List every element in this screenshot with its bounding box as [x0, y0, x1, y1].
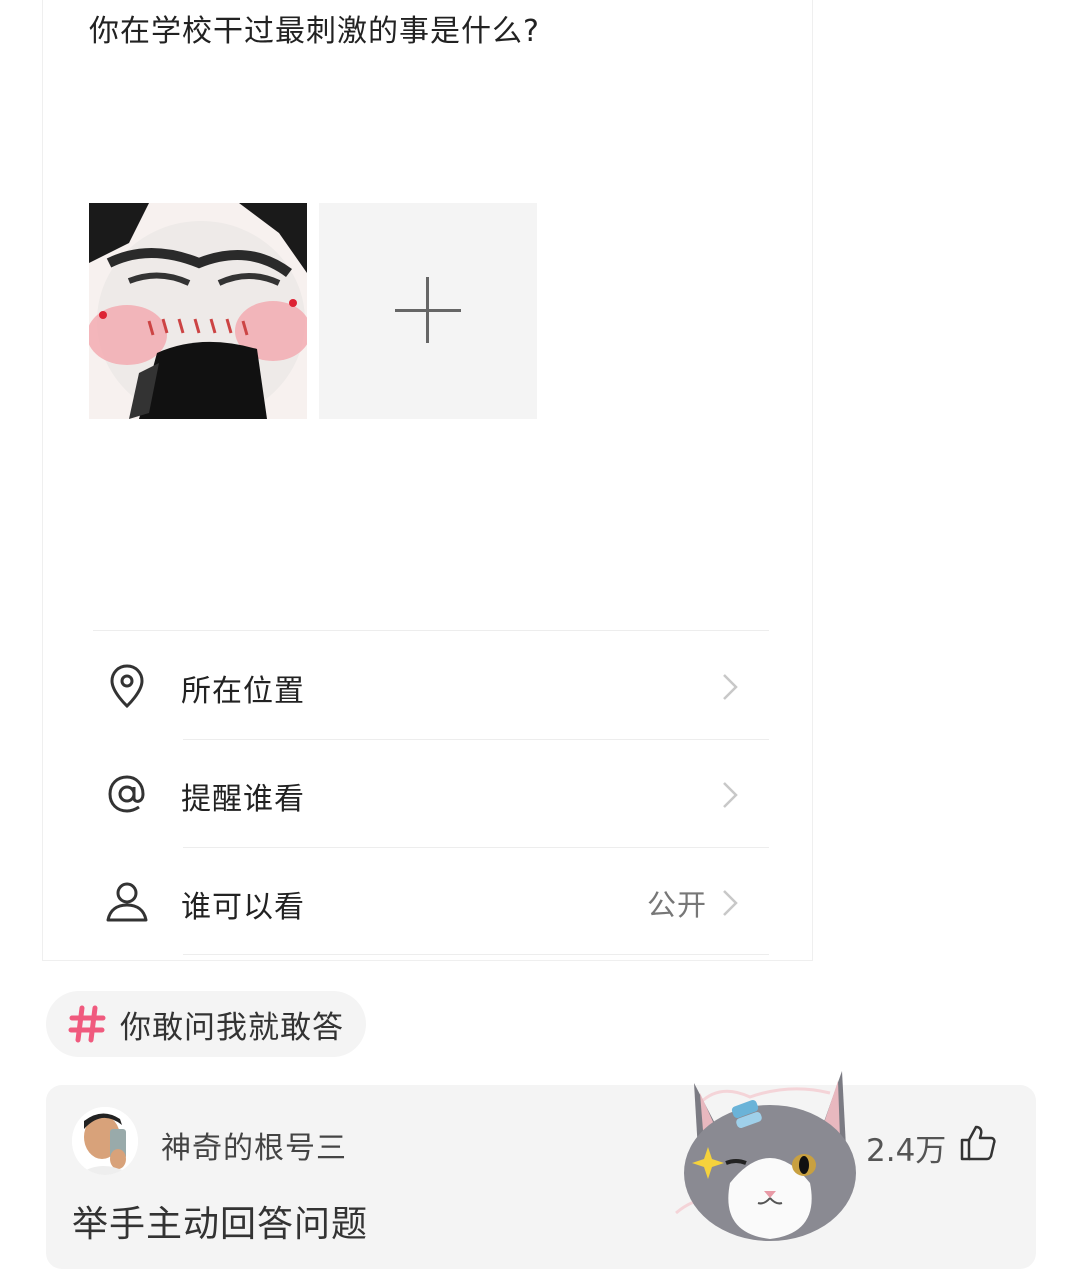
screen: 你在学校干过最刺激的事是什么? 所在位置 提醒谁看 谁可以看 公开 你敢问我就敢…: [0, 0, 1080, 1279]
chevron-right-icon: [723, 674, 738, 700]
option-location[interactable]: 所在位置: [89, 632, 769, 739]
compose-card: 你在学校干过最刺激的事是什么? 所在位置 提醒谁看 谁可以看 公开: [42, 0, 813, 961]
meme-face-image: [89, 203, 307, 419]
avatar[interactable]: [72, 1107, 138, 1175]
hashtag-icon: [68, 1005, 106, 1043]
answer-text: 举手主动回答问题: [72, 1204, 369, 1245]
divider: [93, 630, 769, 631]
topic-label: 你敢问我就敢答: [120, 1009, 344, 1046]
visibility-value: 公开: [646, 888, 707, 922]
option-label: 谁可以看: [181, 890, 305, 925]
option-visibility[interactable]: 谁可以看 公开: [89, 848, 769, 955]
option-label: 所在位置: [181, 674, 305, 709]
chevron-right-icon: [723, 890, 738, 916]
cat-sticker-image: [675, 1071, 856, 1241]
question-text[interactable]: 你在学校干过最刺激的事是什么?: [89, 6, 540, 50]
divider: [183, 954, 769, 955]
thumbs-up-icon[interactable]: [958, 1123, 998, 1163]
add-photo-button[interactable]: [319, 203, 537, 419]
option-mention[interactable]: 提醒谁看: [89, 740, 769, 847]
username[interactable]: 神奇的根号三: [161, 1123, 347, 1167]
answer-card[interactable]: 神奇的根号三 举手主动回答问题 2.4万: [46, 1085, 1036, 1269]
at-sign-icon: [108, 775, 145, 813]
person-icon: [106, 882, 148, 922]
chevron-right-icon: [723, 782, 738, 808]
location-pin-icon: [110, 664, 144, 709]
topic-chip[interactable]: 你敢问我就敢答: [46, 991, 366, 1057]
photo-thumbnail[interactable]: [89, 203, 307, 419]
option-label: 提醒谁看: [181, 782, 305, 817]
like-count: 2.4万: [866, 1133, 947, 1169]
